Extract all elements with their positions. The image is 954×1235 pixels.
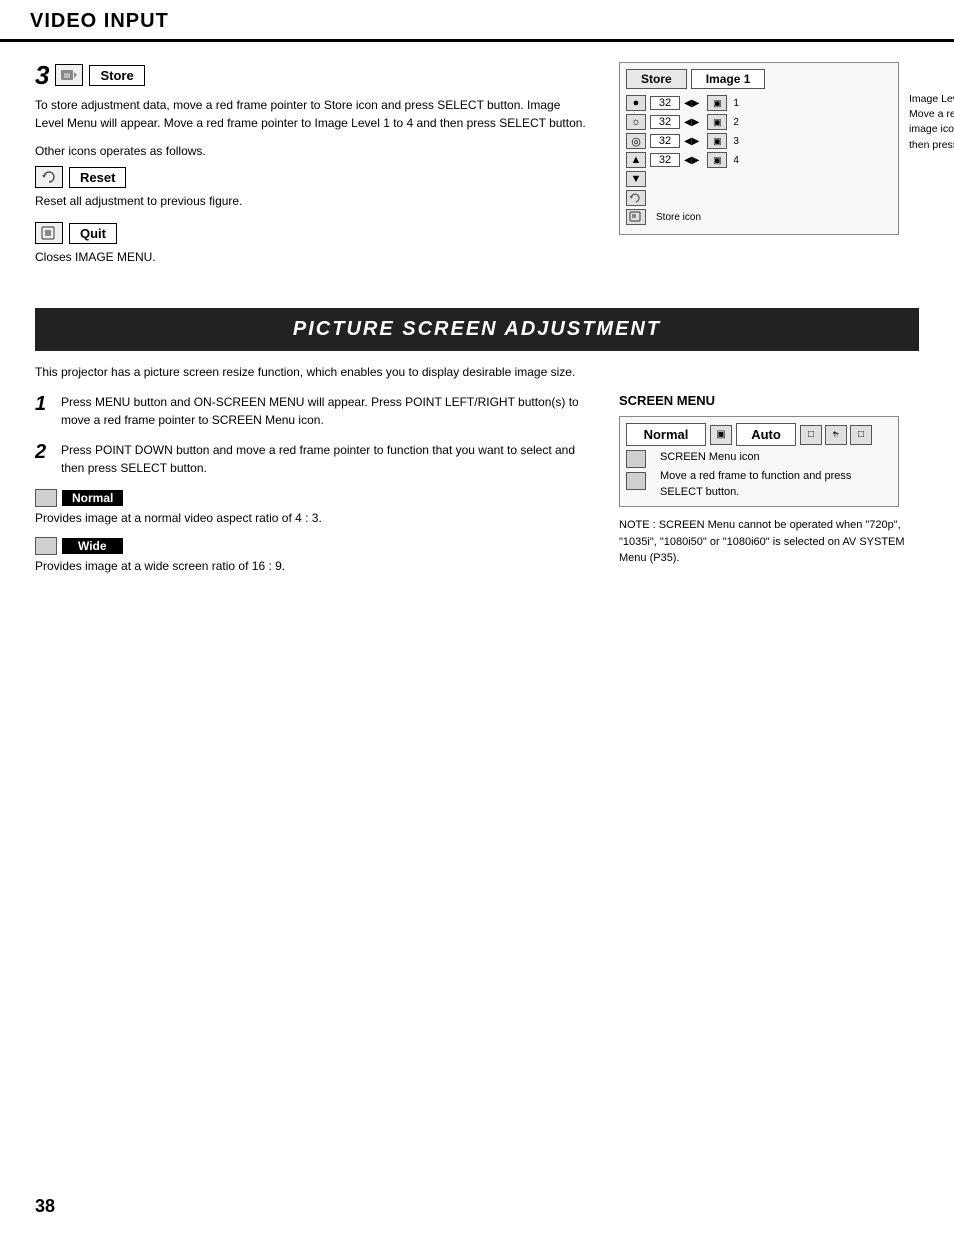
psa-right: SCREEN MENU Normal ▣ Auto □ ⛈ □ [619,393,919,585]
sm-small-icon1 [626,450,646,468]
diag-row-3: ◎ 32 ◀▶ ▣ 3 [626,133,892,149]
quit-row: Quit [35,222,589,244]
screen-menu-move-text: Move a red frame to function and press S… [660,469,892,500]
page-number: 38 [35,1196,55,1217]
sm-icon-annotation-row: SCREEN Menu icon Move a red frame to fun… [626,450,892,500]
level-icon-3: ▣ [707,133,727,149]
sm-icon2: □ [800,425,822,445]
level-icon-2: ▣ [707,114,727,130]
psa-step2: 2 Press POINT DOWN button and move a red… [35,441,589,477]
psa-left: 1 Press MENU button and ON-SCREEN MENU w… [35,393,589,585]
diag-row-store [626,190,892,206]
reset-row: Reset [35,166,589,188]
main-content: 3 Store To store adjustment data, move a… [0,42,954,605]
diag-row-store2: Store icon [626,209,892,225]
note-box: NOTE : SCREEN Menu cannot be operated wh… [619,517,919,567]
normal-label: Normal [62,490,123,506]
contrast-icon: ● [626,95,646,111]
sm-icon-row1 [626,450,646,468]
sm-top-row: Normal ▣ Auto □ ⛈ □ [626,423,892,446]
psa-section-title: PICTURE SCREEN ADJUSTMENT [35,308,919,351]
wide-row: Wide [35,537,589,555]
page-header: VIDEO INPUT [0,0,954,42]
other-icons-text: Other icons operates as follows. [35,144,589,158]
normal-desc: Provides image at a normal video aspect … [35,511,589,525]
diag-row-4: ▲ 32 ◀▶ ▣ 4 [626,152,892,168]
store-btn: Store [626,69,687,89]
step1-text: Press MENU button and ON-SCREEN MENU wil… [61,393,589,429]
wide-desc: Provides image at a wide screen ratio of… [35,559,589,573]
step3-header-row: 3 Store [35,62,589,88]
step2-text: Press POINT DOWN button and move a red f… [61,441,589,477]
brightness-icon: ☼ [626,114,646,130]
diagram-header: Store Image 1 [626,69,892,89]
store-sub-icon [626,190,646,206]
step3-number: 3 [35,62,49,88]
diag-row-1: ● 32 ◀▶ ▣ 1 [626,95,892,111]
diag-row-2: ☼ 32 ◀▶ ▣ 2 [626,114,892,130]
reset-description: Reset all adjustment to previous figure. [35,192,589,210]
store-icon [55,64,83,86]
step1-number: 1 [35,393,53,429]
reset-icon [35,166,63,188]
store-icon-label: Store icon [656,212,701,223]
screen-menu-icon-label: SCREEN Menu icon [660,450,892,465]
value-3: 32 [650,134,680,148]
sm-icon4: □ [850,425,872,445]
image1-btn: Image 1 [691,69,766,89]
step3-section: 3 Store To store adjustment data, move a… [35,62,919,278]
arrow-1: ◀▶ [684,98,699,109]
value-4: 32 [650,153,680,167]
page-title: VIDEO INPUT [30,10,169,32]
screen-menu-diagram: Normal ▣ Auto □ ⛈ □ [619,416,899,507]
normal-row: Normal [35,489,589,507]
quit-label: Quit [69,223,117,244]
tint-icon: ▲ [626,152,646,168]
store-label: Store [89,65,144,86]
arrow-3: ◀▶ [684,136,699,147]
arrow-4: ◀▶ [684,155,699,166]
diag-row-5: ▼ [626,171,892,187]
quit-icon [35,222,63,244]
sm-icon-row2 [626,472,646,490]
color-icon: ◎ [626,133,646,149]
sm-icon3: ⛈ [825,425,847,445]
sm-small-icons [626,450,646,494]
value-1: 32 [650,96,680,110]
sm-small-icon2 [626,472,646,490]
sm-icon-group: □ ⛈ □ [800,425,872,445]
psa-step1: 1 Press MENU button and ON-SCREEN MENU w… [35,393,589,429]
step3-right: Store Image 1 ● 32 ◀▶ ▣ 1 ☼ 32 [619,62,919,278]
sm-annotations: SCREEN Menu icon Move a red frame to fun… [652,450,892,500]
reset-label: Reset [69,167,126,188]
psa-body: 1 Press MENU button and ON-SCREEN MENU w… [35,393,919,585]
image-menu-diagram: Store Image 1 ● 32 ◀▶ ▣ 1 ☼ 32 [619,62,899,235]
value-2: 32 [650,115,680,129]
psa-intro: This projector has a picture screen resi… [35,365,919,379]
screen-menu-title: SCREEN MENU [619,393,919,408]
down-arrow-icon: ▼ [626,171,646,187]
note-text: NOTE : SCREEN Menu cannot be operated wh… [619,519,905,564]
level-icon-1: ▣ [707,95,727,111]
wide-icon [35,537,57,555]
arrow-2: ◀▶ [684,117,699,128]
step3-left: 3 Store To store adjustment data, move a… [35,62,589,278]
step3-description: To store adjustment data, move a red fra… [35,96,589,132]
sm-normal-text: Normal [626,423,706,446]
quit-description: Closes IMAGE MENU. [35,248,589,266]
normal-icon [35,489,57,507]
level-icon-4: ▣ [707,152,727,168]
image-menu-annotation: Image Level MenuMove a red frame pointer… [909,92,954,153]
sm-icon1: ▣ [710,425,732,445]
wide-label: Wide [62,538,123,554]
step2-number: 2 [35,441,53,477]
sm-auto-text: Auto [736,423,796,446]
store-icon2 [626,209,646,225]
